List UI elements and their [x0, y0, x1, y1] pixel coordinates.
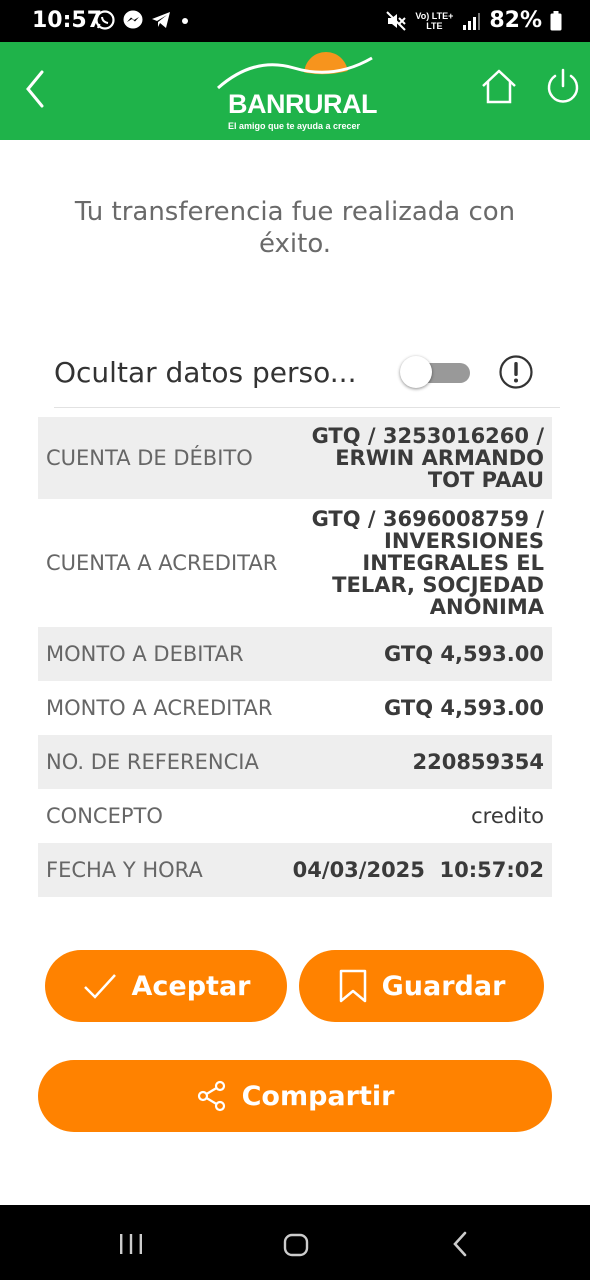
- mute-icon: [386, 10, 407, 31]
- detail-value: 220859354: [412, 750, 544, 774]
- detail-label: MONTO A ACREDITAR: [46, 696, 273, 720]
- checkmark-icon: [83, 974, 116, 999]
- banrural-logo: BANRURAL El amigo que te ayuda a crecer: [214, 48, 377, 132]
- battery-icon: [550, 10, 562, 30]
- system-nav-bar: [0, 1205, 590, 1280]
- transaction-details: CUENTA DE DÉBITO GTQ / 3253016260 / ERWI…: [38, 417, 552, 897]
- detail-row-debit-account: CUENTA DE DÉBITO GTQ / 3253016260 / ERWI…: [38, 417, 552, 499]
- hide-personal-data-label: Ocultar datos perso...: [54, 356, 357, 389]
- share-icon: [197, 1080, 225, 1112]
- bookmark-icon: [339, 969, 366, 1003]
- back-nav-icon[interactable]: [450, 1231, 472, 1257]
- status-bar: 10:57 Vo) LTE+ LTE 82%: [0, 0, 590, 42]
- hide-personal-data-row: Ocultar datos perso...: [54, 348, 560, 408]
- network-top: Vo) LTE+: [415, 10, 454, 21]
- messenger-icon: [123, 10, 143, 29]
- detail-value: 04/03/2025 10:57:02: [292, 858, 544, 882]
- exclamation-info-icon[interactable]: [498, 354, 534, 390]
- detail-value: GTQ / 3253016260 / ERWIN ARMANDO TOT PAA…: [311, 424, 544, 492]
- share-label: Compartir: [241, 1080, 395, 1112]
- home-icon[interactable]: [478, 66, 520, 108]
- network-bottom: LTE: [426, 20, 443, 31]
- detail-row-credit-amount: MONTO A ACREDITAR GTQ 4,593.00: [38, 681, 552, 735]
- detail-value: GTQ 4,593.00: [384, 696, 544, 720]
- battery-percent: 82%: [489, 8, 542, 33]
- whatsapp-icon: [95, 10, 115, 30]
- detail-label: FECHA Y HORA: [46, 858, 203, 882]
- accept-button[interactable]: Aceptar: [45, 950, 287, 1022]
- app-header: BANRURAL El amigo que te ayuda a crecer: [0, 42, 590, 140]
- detail-row-concept: CONCEPTO credito: [38, 789, 552, 843]
- status-time: 10:57: [32, 8, 103, 33]
- accept-label: Aceptar: [131, 970, 251, 1002]
- status-right: Vo) LTE+ LTE 82%: [385, 8, 562, 33]
- detail-label: MONTO A DEBITAR: [46, 642, 244, 666]
- recent-apps-icon[interactable]: [118, 1233, 144, 1255]
- detail-value: GTQ / 3696008759 / INVERSIONES INTEGRALE…: [311, 507, 544, 619]
- telegram-icon: [152, 12, 170, 28]
- detail-label: CUENTA A ACREDITAR: [46, 551, 278, 575]
- notification-dot-icon: [182, 18, 188, 24]
- power-icon[interactable]: [544, 66, 582, 108]
- logo-slogan: El amigo que te ayuda a crecer: [228, 121, 361, 131]
- detail-label: CUENTA DE DÉBITO: [46, 446, 253, 470]
- success-message: Tu transferencia fue realizada con éxito…: [74, 197, 516, 259]
- detail-row-datetime: FECHA Y HORA 04/03/2025 10:57:02: [38, 843, 552, 897]
- notification-icons: [94, 9, 192, 31]
- detail-row-reference: NO. DE REFERENCIA 220859354: [38, 735, 552, 789]
- back-arrow-icon[interactable]: [18, 66, 58, 112]
- home-nav-icon[interactable]: [283, 1233, 309, 1257]
- logo-name: BANRURAL: [228, 89, 377, 119]
- save-button[interactable]: Guardar: [299, 950, 544, 1022]
- share-button[interactable]: Compartir: [38, 1060, 552, 1132]
- save-label: Guardar: [381, 970, 506, 1002]
- detail-row-credit-account: CUENTA A ACREDITAR GTQ / 3696008759 / IN…: [38, 499, 552, 627]
- detail-label: NO. DE REFERENCIA: [46, 750, 259, 774]
- detail-row-debit-amount: MONTO A DEBITAR GTQ 4,593.00: [38, 627, 552, 681]
- hide-personal-data-toggle[interactable]: [400, 356, 470, 388]
- toggle-knob: [400, 356, 432, 388]
- network-indicator: Vo) LTE+ LTE: [415, 11, 453, 31]
- signal-icon: [463, 12, 481, 30]
- detail-value: credito: [471, 804, 544, 828]
- detail-label: CONCEPTO: [46, 804, 163, 828]
- detail-value: GTQ 4,593.00: [384, 642, 544, 666]
